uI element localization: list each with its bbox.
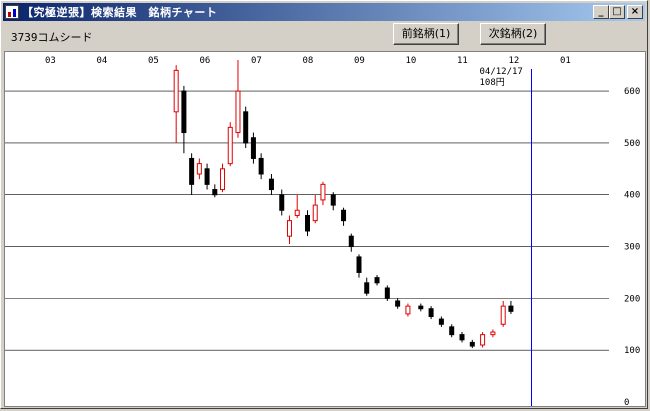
x-tick-label-03: 03 xyxy=(45,56,56,66)
candle-body xyxy=(250,137,256,159)
y-tick-label-500: 500 xyxy=(624,139,640,149)
app-chart-icon xyxy=(5,5,19,19)
candle-body xyxy=(212,189,218,196)
x-tick-label-06: 06 xyxy=(200,56,211,66)
chart-window: 【究極逆張】検索結果 銘柄チャート _ □ × 3739コムシード 前銘柄(1)… xyxy=(0,0,648,409)
candle-body xyxy=(227,126,233,165)
candle-body xyxy=(173,69,179,113)
cursor-price: 108円 xyxy=(480,77,505,88)
maximize-button[interactable]: □ xyxy=(609,5,625,19)
candle-body xyxy=(428,308,434,317)
x-tick-label-08: 08 xyxy=(303,56,314,66)
candle-body xyxy=(384,287,390,299)
x-tick-label-09: 09 xyxy=(354,56,365,66)
candle-body xyxy=(395,300,401,307)
candle-body xyxy=(286,220,292,237)
candle-body xyxy=(258,157,264,175)
y-tick-label-0: 0 xyxy=(624,398,629,406)
price-chart[interactable]: 600 500 400 300 200 100 0 03 04 05 06 07 08 09 10 11 12 0… xyxy=(4,51,646,408)
candle-body xyxy=(305,214,310,232)
candle-body xyxy=(320,183,326,201)
stock-label: 3739コムシード xyxy=(11,31,93,44)
candle-body xyxy=(459,334,465,341)
window-title: 【究極逆張】検索結果 銘柄チャート xyxy=(22,6,218,19)
candle-body xyxy=(189,157,195,185)
cursor-date: 04/12/17 xyxy=(480,67,523,77)
candle-body xyxy=(220,168,226,191)
chart-svg: 600500400300200100003 04 05 06 07 08 09 10 11 12 0… xyxy=(5,56,640,408)
candle-body xyxy=(490,331,496,336)
candle-body xyxy=(469,341,475,347)
candle-body xyxy=(341,209,347,222)
candle-body xyxy=(374,277,380,284)
candle-body xyxy=(438,318,444,325)
candle-body xyxy=(330,194,336,206)
candles xyxy=(173,60,514,349)
x-tick-label-05: 05 xyxy=(148,56,159,66)
x-tick-label-11: 11 xyxy=(457,56,468,66)
minimize-button[interactable]: _ xyxy=(593,5,609,19)
y-tick-label-300: 300 xyxy=(624,243,640,253)
y-tick-label-100: 100 xyxy=(624,346,640,356)
grid-lines: 600500400300200100003 04 05 06 07 08 09 10 11 12 0… xyxy=(5,56,640,408)
candle-body xyxy=(480,334,486,346)
candle-body xyxy=(243,111,249,144)
y-tick-label-200: 200 xyxy=(624,294,640,304)
next-stock-button[interactable]: 次銘柄(2) xyxy=(480,23,546,45)
candle-body xyxy=(500,305,506,325)
candle-body xyxy=(235,90,241,134)
close-button[interactable]: × xyxy=(627,5,643,19)
title-bar[interactable]: 【究極逆張】検索結果 銘柄チャート _ □ × xyxy=(3,3,645,21)
window-controls: _ □ × xyxy=(593,5,643,19)
candle-body xyxy=(294,209,300,216)
candle-body xyxy=(279,194,285,211)
x-tick-label-01: 01 xyxy=(560,56,571,66)
x-tick-label-10: 10 xyxy=(406,56,417,66)
candle-body xyxy=(508,305,514,312)
candle-body xyxy=(312,204,318,222)
x-tick-label-04: 04 xyxy=(97,56,108,66)
candle-body xyxy=(356,256,362,273)
y-tick-label-600: 600 xyxy=(624,87,640,97)
candle-body xyxy=(364,282,370,294)
candle-body xyxy=(181,90,187,134)
candle-body xyxy=(204,168,210,185)
candle-body xyxy=(348,235,354,248)
candle-body xyxy=(196,163,202,175)
x-tick-label-12: 12 xyxy=(509,56,520,66)
candle-body xyxy=(405,305,411,315)
prev-stock-button[interactable]: 前銘柄(1) xyxy=(393,23,459,45)
y-tick-label-400: 400 xyxy=(624,191,640,201)
candle-body xyxy=(268,178,274,191)
x-tick-label-07: 07 xyxy=(251,56,262,66)
candle-body xyxy=(418,305,424,310)
candle-body xyxy=(449,326,455,336)
